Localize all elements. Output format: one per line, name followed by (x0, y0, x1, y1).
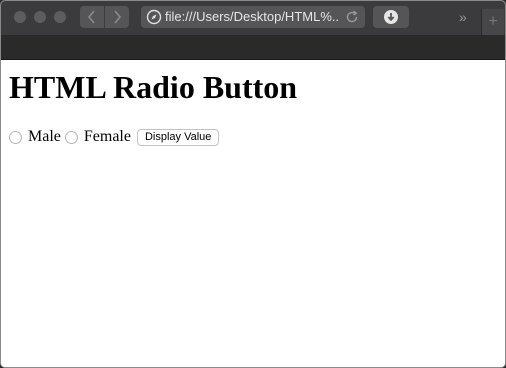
page-content: HTML Radio Button Male Female Display Va… (1, 60, 505, 367)
display-value-button[interactable]: Display Value (136, 128, 220, 146)
address-bar[interactable]: file:///Users/Desktop/HTML%... (141, 6, 365, 28)
radio-label-female: Female (83, 128, 131, 145)
download-icon (384, 10, 398, 24)
plus-icon: + (488, 13, 498, 30)
radio-male[interactable] (9, 130, 22, 144)
radio-label-male: Male (28, 128, 61, 145)
chevron-right-icon (114, 10, 122, 24)
zoom-window-button[interactable] (54, 11, 66, 23)
close-window-button[interactable] (14, 11, 26, 23)
reload-icon[interactable] (344, 9, 360, 25)
radio-female[interactable] (64, 130, 78, 144)
page-title: HTML Radio Button (9, 69, 298, 105)
url-text: file:///Users/Desktop/HTML%... (165, 9, 340, 24)
toolbar: file:///Users/Desktop/HTML%... » + (1, 1, 505, 36)
forward-button[interactable] (105, 6, 129, 28)
compass-icon (146, 9, 162, 25)
browser-window: file:///Users/Desktop/HTML%... » + HTML … (0, 0, 506, 368)
chevron-left-icon (87, 10, 95, 24)
tab-strip (1, 35, 505, 60)
new-tab-button[interactable]: + (481, 9, 504, 35)
minimize-window-button[interactable] (34, 11, 46, 23)
overflow-chevron-icon[interactable]: » (459, 9, 467, 25)
back-button[interactable] (80, 6, 104, 28)
downloads-button[interactable] (373, 6, 409, 28)
radio-form: Male Female Display Value (9, 127, 220, 147)
